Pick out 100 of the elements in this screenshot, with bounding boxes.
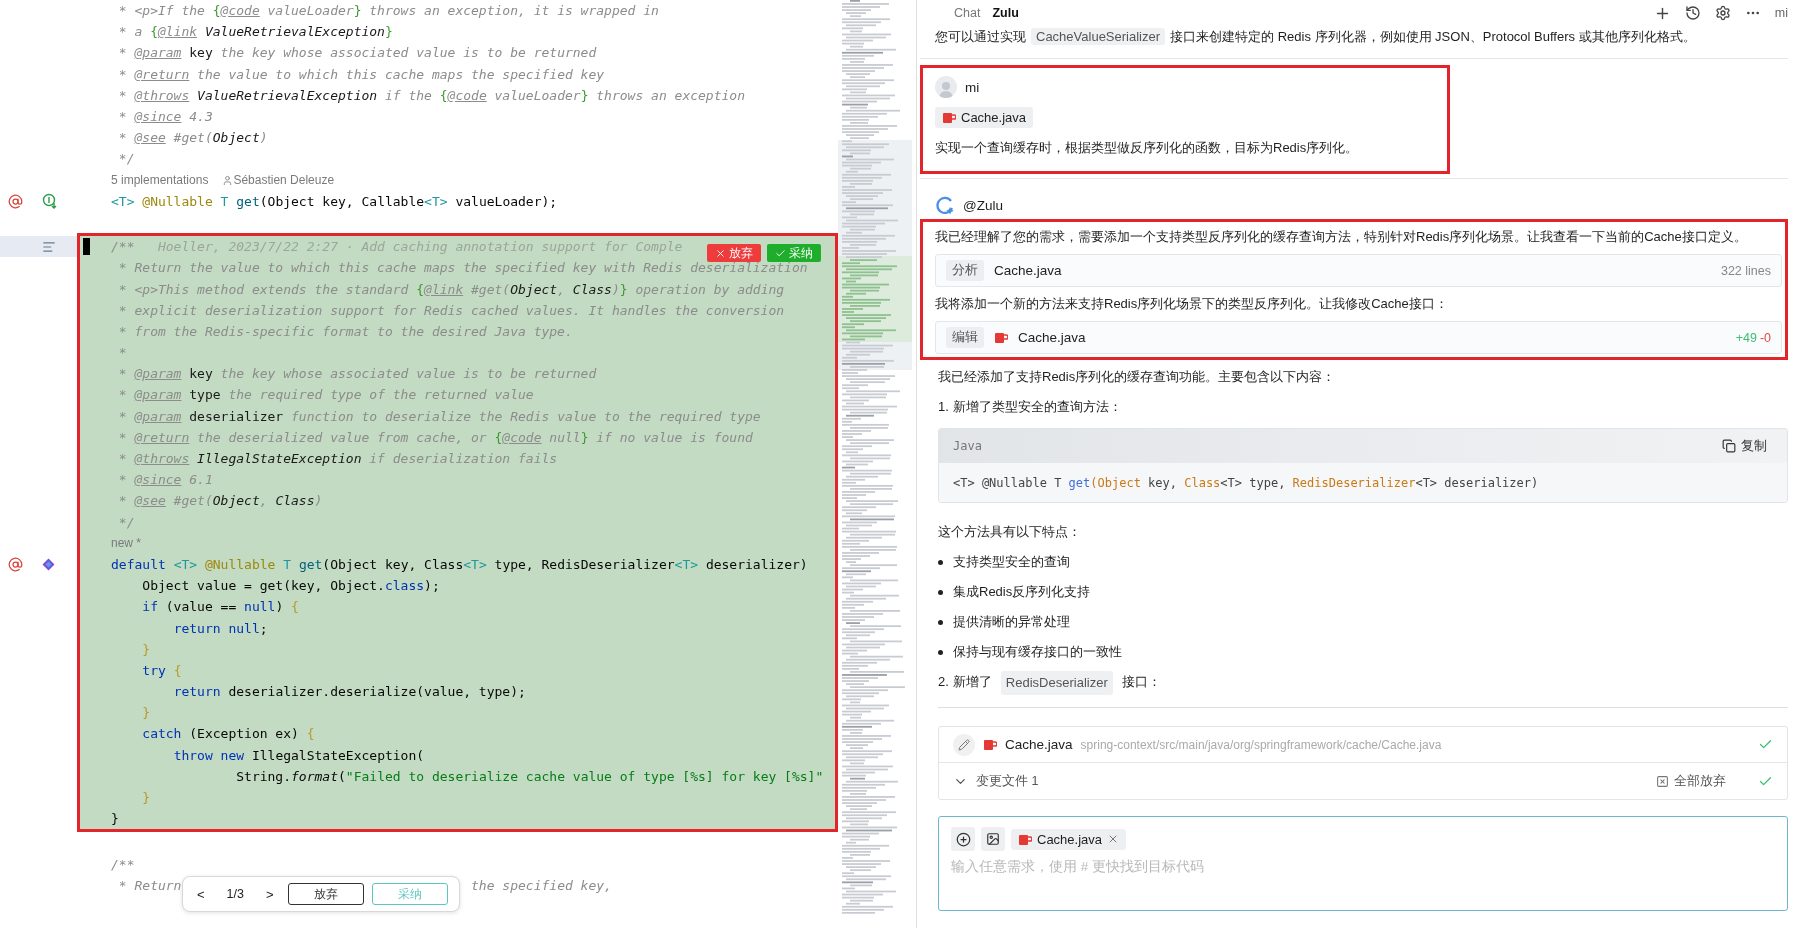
- user-label[interactable]: mi: [1774, 6, 1788, 20]
- reply-paragraph: 我将添加一个新的方法来支持Redis序列化场景下的类型反序列化。让我修改Cache接口：: [935, 295, 1449, 313]
- at-sign-icon[interactable]: [8, 556, 23, 572]
- bullet-text: 保持与现有缓存接口的一致性: [953, 643, 1122, 661]
- code-line: * @return the deserialized value from cache, or {@code null} if no value is found: [118, 429, 753, 445]
- next-button[interactable]: >: [260, 884, 280, 904]
- cup-icon: [942, 111, 956, 124]
- avatar-icon: [935, 76, 957, 98]
- cup-icon: [1018, 832, 1032, 846]
- reply-paragraph: 这个方法具有以下特点：: [938, 523, 1082, 541]
- code-line: * @since 4.3: [118, 109, 213, 125]
- reject-button[interactable]: 放弃: [287, 883, 364, 905]
- code-line: <T> @Nullable T get(Object key, Class<T> type, RedisDeserializer<T> deserializer): [953, 476, 1539, 490]
- code-line: catch (Exception ex) {: [142, 726, 315, 742]
- code-line: */: [118, 514, 135, 530]
- person-icon: [222, 174, 234, 186]
- message-text: 实现一个查询缓存时，根据类型做反序列化的函数，目标为Redis序列化。: [935, 139, 1359, 157]
- numbered-item: 2. 新增了 RedisDeserializer 接口：: [938, 671, 1788, 695]
- code-line: /**: [111, 856, 135, 872]
- code-line: throw new IllegalStateException(: [173, 747, 425, 763]
- at-sign-icon[interactable]: [8, 193, 23, 209]
- file-name[interactable]: Cache.java: [1005, 737, 1073, 752]
- reject-button[interactable]: 放弃: [707, 244, 761, 263]
- code-line: * from the Redis-specific format to the desired Java type.: [118, 323, 573, 339]
- assistant-logo-icon: [935, 195, 955, 215]
- code-line: /**: [111, 239, 135, 255]
- pencil-icon: [958, 738, 970, 751]
- code-line: */: [118, 151, 135, 167]
- image-icon: [986, 832, 1000, 846]
- bullet-text: 提供清晰的异常处理: [953, 613, 1070, 631]
- bullet-text: 集成Redis反序列化支持: [953, 583, 1091, 601]
- previous-button[interactable]: <: [191, 884, 211, 904]
- code-line: }: [142, 641, 151, 657]
- code-line: * @see #get(Object, Class): [118, 493, 323, 509]
- code-line: default <T> @Nullable T get(Object key, Class<T> type, RedisDeserializer<T> deserializer): [111, 556, 808, 572]
- code-line: <T> @Nullable T get(Object key, Callable<T> valueLoader);: [111, 193, 558, 209]
- bullet-icon: [938, 559, 943, 565]
- usages-hint[interactable]: 5 implementations: [111, 173, 209, 188]
- added-count: +49: [1735, 330, 1757, 345]
- code-line: * Return the value to which this cache maps the specified key with Redis deserialization: [118, 260, 808, 276]
- close-icon: [715, 247, 726, 259]
- file-name: Cache.java: [994, 263, 1062, 278]
- code-line: String.format("Failed to deserialize cache value of type [%s] for key [%s]": [236, 768, 824, 784]
- file-chip[interactable]: Cache.java: [1011, 828, 1127, 850]
- diamond-icon[interactable]: [42, 557, 55, 571]
- cup-icon: [983, 738, 997, 751]
- action-tag: 编辑: [946, 327, 984, 348]
- numbered-item: 1. 新增了类型安全的查询方法：: [938, 398, 1123, 416]
- line-count: 322 lines: [1720, 263, 1771, 278]
- code-language: Java: [953, 439, 982, 453]
- code-line: * @param key the key whose associated value is to be returned: [118, 45, 597, 61]
- code-line: * Return: [118, 877, 182, 893]
- removed-count: -0: [1759, 330, 1771, 345]
- code-line: }: [111, 811, 119, 827]
- panel-tab[interactable]: Zulu: [986, 4, 1025, 22]
- file-path: spring-context/src/main/java/org/springframework/cache/Cache.java: [1080, 737, 1442, 752]
- action-tag: 分析: [946, 260, 984, 281]
- code-line: * @see #get(Object): [118, 130, 268, 146]
- file-name: Cache.java: [1018, 330, 1086, 345]
- tool-step-row[interactable]: 分析 Cache.java 322 lines: [935, 254, 1782, 287]
- copy-icon: [1722, 439, 1736, 453]
- code-line: }: [142, 705, 151, 721]
- author-name: @Zulu: [963, 197, 1003, 213]
- code-line: return null;: [173, 620, 268, 636]
- file-chip[interactable]: Cache.java: [935, 107, 1034, 128]
- diff-counter: 1/3: [225, 887, 245, 901]
- changed-files-label: 变更文件 1: [976, 772, 1039, 790]
- bullet-icon: [938, 649, 943, 655]
- code-line: * @return the value to which this cache maps the specified key: [118, 66, 605, 82]
- code-line: * @throws ValueRetrievalException if the {@code valueLoader} throws an exception: [118, 87, 745, 103]
- settings-icon[interactable]: [1714, 5, 1731, 21]
- tool-step-row[interactable]: 编辑 Cache.java +49 -0: [935, 321, 1782, 354]
- plus-circle-icon: [955, 831, 971, 847]
- reply-paragraph: 您可以通过实现 CacheValueSerializer 接口来创建特定的 Redis 序列化器，例如使用 JSON、Protocol Buffers 或其他序列化格式。: [920, 26, 1788, 59]
- code-line: * <p>If the {@code valueLoader} throws an exception, it is wrapped in: [118, 3, 659, 19]
- copy-button[interactable]: 复制: [1716, 436, 1773, 456]
- code-line: * @throws IllegalStateException if deserialization fails: [118, 451, 558, 467]
- code-line: * <p>This method extends the standard {@link #get(Object, Class)} operation by adding: [118, 281, 785, 297]
- author-hint[interactable]: Sébastien Deleuze: [233, 173, 335, 188]
- code-line: * @param key the key whose associated value is to be returned: [118, 366, 597, 382]
- code-line: * @param type the required type of the returned value: [118, 387, 534, 403]
- add-context-button[interactable]: [951, 827, 975, 851]
- image-button[interactable]: [981, 827, 1005, 851]
- code-line: }: [142, 790, 151, 806]
- code-line: try {: [142, 662, 182, 678]
- code-line: * @since 6.1: [118, 472, 213, 488]
- square-x-icon: [1656, 774, 1669, 788]
- history-icon[interactable]: [1684, 5, 1701, 21]
- code-line: Object value = get(key, Object.class);: [142, 578, 440, 594]
- code-line: * explicit deserialization support for Redis cached values. It handles the conversion: [118, 302, 785, 318]
- input-field[interactable]: Cache.java 输入任意需求，使用 # 更快找到目标代码: [938, 816, 1788, 911]
- panel-tab[interactable]: Chat: [948, 4, 987, 22]
- code-line: * a {@link ValueRetrievalException}: [118, 24, 393, 40]
- reply-paragraph: 我已经理解了您的需求，需要添加一个支持类型反序列化的缓存查询方法，特别针对Redis序列化场景。让我查看一下当前的Cache接口定义。: [935, 228, 1748, 246]
- discard-all-button[interactable]: 全部放弃: [1650, 771, 1732, 791]
- code-line: *: [118, 345, 127, 361]
- bullet-icon: [938, 619, 943, 625]
- code-line: if (value == null) {: [142, 599, 299, 615]
- check-icon: [775, 247, 786, 259]
- author-name: mi: [965, 79, 980, 95]
